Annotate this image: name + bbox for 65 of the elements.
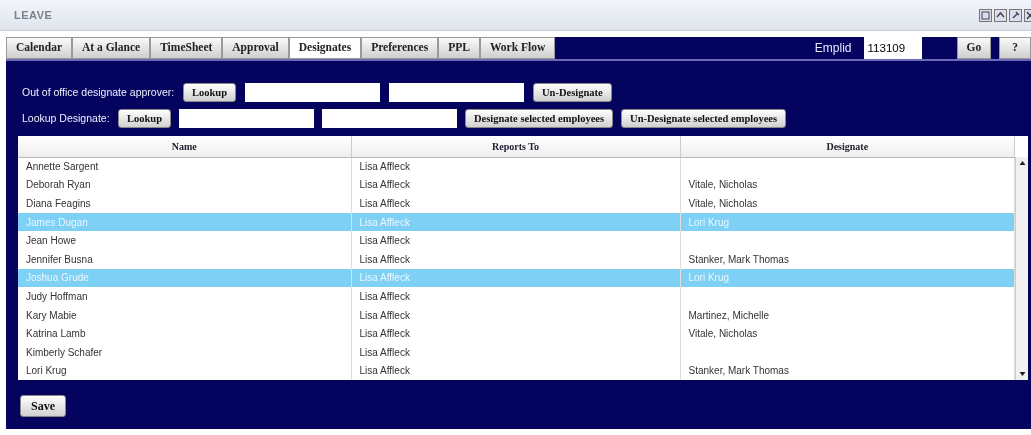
input-field[interactable]	[179, 109, 315, 128]
table-cell: Stanker, Mark Thomas	[680, 361, 1015, 381]
table-cell: James Dugan	[18, 212, 351, 232]
table-cell: Lisa Affleck	[351, 287, 680, 306]
input-field[interactable]	[389, 83, 525, 102]
table-cell: Lisa Affleck	[351, 212, 680, 232]
column-header[interactable]: Name	[18, 136, 351, 157]
restore-icon[interactable]	[979, 8, 992, 22]
un-designate-button[interactable]: Un-Designate	[533, 83, 612, 102]
scrollbar[interactable]	[1015, 157, 1028, 381]
table-cell: Lori Krug	[680, 268, 1015, 288]
column-header[interactable]: Reports To	[351, 136, 680, 157]
table-cell: Stanker, Mark Thomas	[680, 249, 1015, 269]
tab[interactable]: Designates	[288, 37, 362, 59]
table-cell: Lisa Affleck	[351, 194, 680, 213]
lookup-button[interactable]: Lookup	[183, 83, 237, 102]
tab[interactable]: TimeSheet	[150, 37, 223, 59]
table-cell: Jean Howe	[18, 231, 351, 250]
un-designate-button[interactable]: Un-Designate selected employees	[621, 109, 787, 128]
table-cell: Joshua Grude	[18, 268, 351, 288]
table-cell: Lisa Affleck	[351, 305, 680, 325]
go-button[interactable]: Go	[956, 37, 992, 59]
table-cell: Deborah Ryan	[18, 175, 351, 195]
table-cell: Lisa Affleck	[351, 268, 680, 288]
table-cell: Lisa Affleck	[351, 361, 680, 381]
lookup-button[interactable]: Lookup	[118, 109, 172, 128]
designate-button[interactable]: Designate selected employees	[465, 109, 614, 128]
table-cell: Annette Sargent	[18, 157, 351, 176]
table-cell: Martinez, Michelle	[680, 305, 1015, 325]
help-button[interactable]: ?	[999, 37, 1031, 59]
table-cell: Judy Hoffman	[18, 287, 351, 306]
table-cell: Lisa Affleck	[351, 342, 680, 362]
table-cell: Lisa Affleck	[351, 249, 680, 269]
save-button[interactable]: Save	[20, 395, 66, 418]
table-cell: Diana Feagins	[18, 194, 351, 213]
field-label: Lookup Designate:	[22, 110, 110, 126]
table-cell: Jennifer Busna	[18, 249, 351, 269]
tab[interactable]: Calendar	[6, 37, 72, 59]
table-cell: Lori Krug	[18, 361, 351, 381]
tab[interactable]: Approval	[222, 37, 289, 59]
input-field[interactable]	[245, 83, 381, 102]
tab[interactable]: PPL	[438, 37, 480, 59]
tab[interactable]: At a Glance	[72, 37, 151, 59]
table-cell: Vitale, Nicholas	[680, 324, 1015, 343]
close-icon[interactable]	[1024, 8, 1031, 22]
tab[interactable]: Work Flow	[479, 37, 556, 59]
table-cell: Lisa Affleck	[351, 157, 680, 176]
table-cell: Katrina Lamb	[18, 324, 351, 343]
table-cell: Lori Krug	[680, 212, 1015, 232]
input-field[interactable]	[322, 109, 458, 128]
table-cell: Vitale, Nicholas	[680, 175, 1015, 195]
tab[interactable]: Preferences	[361, 37, 439, 59]
emplid-field[interactable]: 113109	[863, 37, 922, 59]
table-cell: Lisa Affleck	[351, 324, 680, 343]
table-cell: Vitale, Nicholas	[680, 194, 1015, 213]
table-cell: Kary Mabie	[18, 305, 351, 325]
table-cell: Lisa Affleck	[351, 231, 680, 250]
window-title: LEAVE	[14, 7, 53, 23]
emplid-label: Emplid	[814, 40, 852, 57]
collapse-icon[interactable]	[994, 8, 1007, 22]
column-header[interactable]: Designate	[680, 136, 1015, 157]
table-cell: Lisa Affleck	[351, 175, 680, 195]
pin-icon[interactable]	[1009, 8, 1022, 22]
table-cell: Kimberly Schafer	[18, 342, 351, 362]
field-label: Out of office designate approver:	[22, 84, 174, 100]
